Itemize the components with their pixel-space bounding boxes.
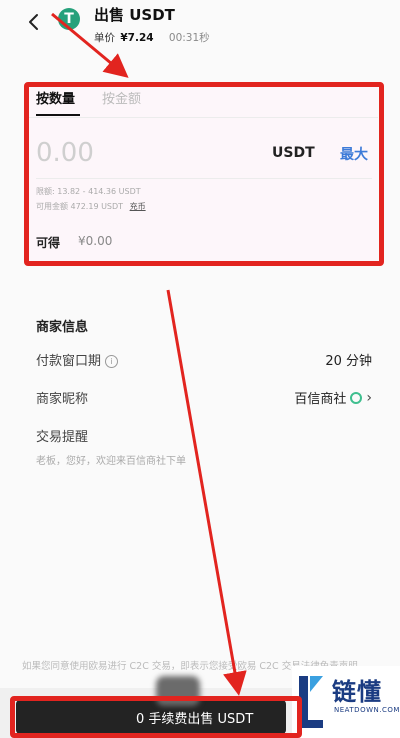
countdown-timer: 00:31秒: [168, 32, 210, 44]
amount-card-highlight: [24, 82, 384, 266]
sell-button-highlight: [10, 696, 302, 738]
reminder-label: 交易提醒: [36, 430, 89, 445]
watermark-logo: 链懂 NEATDOWN.COM: [292, 666, 400, 738]
nickname-value: 百信商社: [294, 392, 347, 407]
page-title: 出售 USDT: [94, 6, 175, 24]
verified-badge-icon: [350, 391, 363, 404]
usdt-coin-icon: T: [58, 8, 80, 30]
back-arrow-icon[interactable]: [22, 10, 46, 34]
watermark-domain: NEATDOWN.COM: [334, 706, 400, 714]
merchant-section-title: 商家信息: [36, 320, 89, 335]
nickname-row-value[interactable]: 百信商社 ›: [294, 388, 372, 408]
reminder-text: 老板，您好，欢迎来百信商社下单: [36, 456, 186, 467]
arrow-to-sell-button: [166, 289, 247, 696]
chevron-right-icon: ›: [366, 389, 372, 406]
price-label: 单价: [94, 32, 115, 44]
payment-window-value: 20 分钟: [325, 354, 372, 369]
payment-window-row: 付款窗口期 i: [36, 350, 119, 369]
payment-window-label: 付款窗口期: [36, 354, 102, 369]
info-icon[interactable]: i: [105, 355, 119, 368]
sell-usdt-screen: T 出售 USDT 单价 ¥7.24 00:31秒 按数量 按金额 USDT 最…: [0, 0, 400, 738]
price-line: 单价 ¥7.24 00:31秒: [94, 30, 210, 45]
price-value: ¥7.24: [120, 32, 154, 44]
header: T 出售 USDT 单价 ¥7.24 00:31秒: [0, 0, 400, 58]
watermark-brand: 链懂: [332, 678, 382, 706]
nickname-label: 商家昵称: [36, 392, 89, 407]
